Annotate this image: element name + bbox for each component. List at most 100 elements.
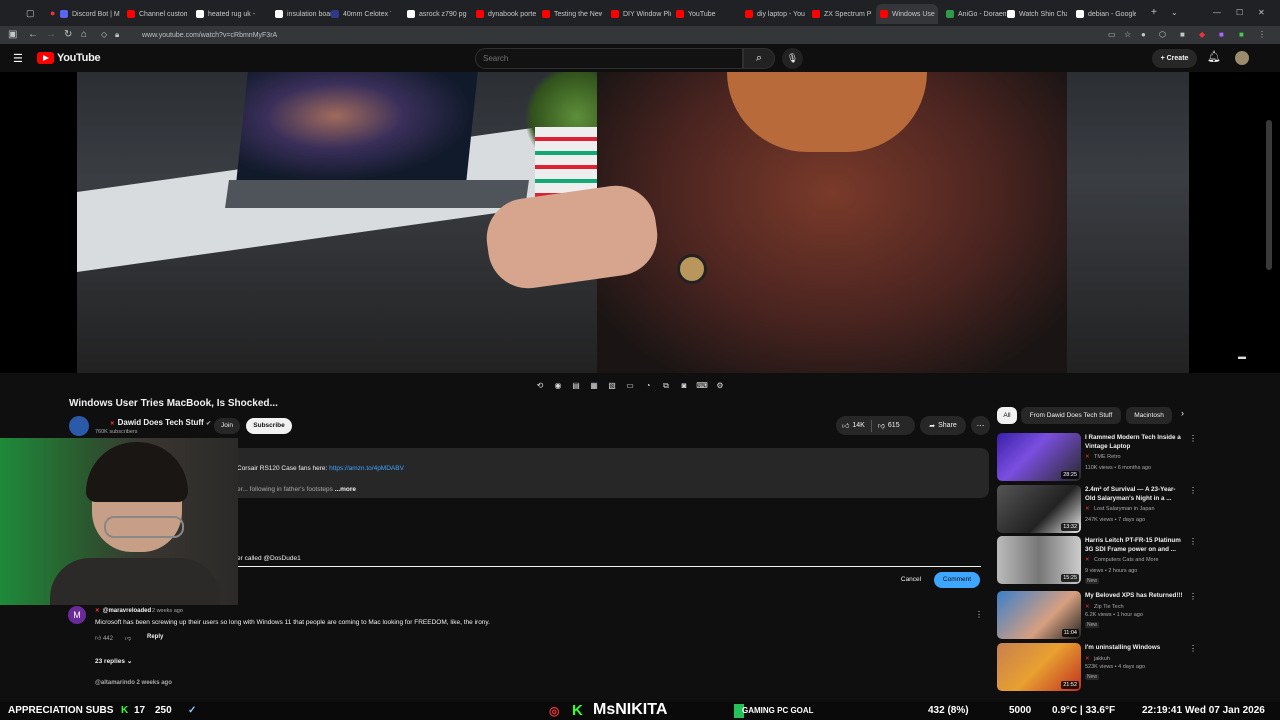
browser-tab[interactable]: heated rug uk - — [196, 4, 256, 24]
browser-tab[interactable]: Discord Bot | Mi — [60, 4, 120, 24]
browser-tab[interactable]: dynabook portec — [476, 4, 536, 24]
comment-2-username[interactable]: @altamarindo 2 weeks ago — [95, 680, 172, 686]
browser-tab[interactable]: insulation board — [275, 4, 335, 24]
comment-avatar[interactable]: M — [68, 606, 86, 624]
extension-icon-2[interactable]: ⬡ — [1159, 28, 1166, 42]
recommendation-kebab-icon[interactable]: ⋮ — [1189, 644, 1197, 653]
cancel-button[interactable]: Cancel — [893, 572, 929, 588]
forward-icon[interactable]: → — [46, 28, 56, 42]
recommendation-thumbnail[interactable]: 11:04 — [997, 591, 1081, 639]
search-button[interactable]: ⌕ — [743, 48, 775, 69]
browser-tab[interactable]: AniGo - Doraem — [946, 4, 1006, 24]
loop-icon[interactable]: ⟲ — [533, 379, 547, 393]
keyboard-icon[interactable]: ⌨ — [695, 379, 709, 393]
filter-chip[interactable]: From Dawid Does Tech Stuff — [1021, 407, 1121, 424]
recommendation-thumbnail[interactable]: 21:52 — [997, 643, 1081, 691]
tab-actions-icon[interactable]: ▢ — [26, 6, 35, 20]
recommendation-kebab-icon[interactable]: ⋮ — [1189, 592, 1197, 601]
filter-chip[interactable]: Macintosh — [1126, 407, 1172, 424]
shield-icon[interactable]: ◇ — [101, 28, 107, 42]
join-button[interactable]: Join — [214, 418, 240, 434]
recommendation-channel[interactable]: ✕ Computers Cats and More — [1085, 557, 1159, 563]
comment-submit-button[interactable]: Comment — [934, 572, 980, 588]
comment-like-button[interactable]: 👍︎ 442 — [95, 634, 113, 642]
recommendation-kebab-icon[interactable]: ⋮ — [1189, 486, 1197, 495]
account-avatar[interactable] — [1235, 51, 1249, 65]
browser-kebab-icon[interactable]: ⋮ — [1258, 28, 1266, 42]
pip-icon[interactable]: ⧉ — [659, 379, 673, 393]
recommendation-item[interactable]: 15:25 Harris Leitch PT-FR-15 Platinum 3G … — [997, 536, 1197, 586]
audio-icon[interactable]: ◉ — [551, 379, 565, 393]
tab-search-icon[interactable]: ⌄ — [1171, 6, 1178, 20]
recommendation-kebab-icon[interactable]: ⋮ — [1189, 434, 1197, 443]
browser-tab[interactable]: YouTube — [676, 4, 736, 24]
browser-menu-icon[interactable]: ● — [50, 6, 55, 20]
comment-kebab-icon[interactable]: ⋮ — [975, 610, 983, 619]
like-button[interactable]: 👍︎ 14K — [836, 416, 871, 435]
browser-tab[interactable]: Windows Use✕ — [876, 4, 938, 24]
recommendation-item[interactable]: 13:32 2.4m² of Survival — A 23-Year-Old S… — [997, 485, 1197, 535]
sidebar-icon[interactable]: ▣ — [8, 28, 17, 42]
recommendation-kebab-icon[interactable]: ⋮ — [1189, 537, 1197, 546]
recommendation-title[interactable]: 2.4m² of Survival — A 23-Year-Old Salary… — [1085, 486, 1185, 503]
recommendation-channel[interactable]: ✕ Lost Salaryman in Japan — [1085, 506, 1155, 512]
back-icon[interactable]: ← — [28, 28, 38, 42]
youtube-logo[interactable]: YouTube — [37, 52, 101, 64]
more-actions-button[interactable]: ⋯ — [971, 416, 990, 435]
recommendation-channel[interactable]: ✕ Zip Tie Tech — [1085, 604, 1124, 610]
dislike-button[interactable]: 👎︎ 615 — [872, 416, 906, 435]
browser-tab[interactable]: debian - Google — [1076, 4, 1136, 24]
description-link[interactable]: https://amzn.to/4pMDABV — [329, 465, 404, 472]
minimize-icon[interactable]: — — [1213, 6, 1221, 20]
comment-dislike-button[interactable]: 👎︎ — [125, 634, 131, 642]
recommendation-thumbnail[interactable]: 13:32 — [997, 485, 1081, 533]
tv-mode-icon[interactable]: ▬ — [1238, 352, 1246, 361]
description-more-link[interactable]: ...more — [335, 486, 356, 493]
cast-icon[interactable]: ▭ — [1108, 28, 1116, 42]
page-scrollbar[interactable] — [1266, 120, 1272, 270]
voice-search-button[interactable]: 🎙︎ — [782, 48, 803, 69]
browser-tab[interactable]: Testing the New I — [542, 4, 602, 24]
create-button[interactable]: + Create — [1152, 49, 1197, 68]
recommendation-title[interactable]: I'm uninstalling Windows — [1085, 644, 1185, 653]
recommendation-thumbnail[interactable]: 28:25 — [997, 433, 1081, 481]
hamburger-icon[interactable]: ☰ — [13, 52, 23, 66]
replies-toggle[interactable]: 23 replies ⌄ — [95, 657, 132, 665]
comment-username[interactable]: ✕ @maravreloaded — [95, 608, 151, 614]
maximize-icon[interactable]: ☐ — [1236, 6, 1243, 20]
video-player[interactable]: ▬ — [0, 72, 1280, 373]
screenshot-icon[interactable]: ◙ — [677, 379, 691, 393]
home-icon[interactable]: ⌂ — [81, 28, 87, 42]
notifications-bell-icon[interactable]: 🔔︎ — [1207, 50, 1221, 63]
theater-icon[interactable]: ▭ — [623, 379, 637, 393]
extension-icon-6[interactable]: ■ — [1239, 28, 1244, 42]
bookmark-icon[interactable]: ☆ — [1124, 28, 1131, 42]
browser-tab[interactable]: ZX Spectrum Plu — [812, 4, 872, 24]
recommendation-item[interactable]: 28:25 I Rammed Modern Tech Inside a Vinta… — [997, 433, 1197, 483]
comment-reply-button[interactable]: Reply — [147, 634, 163, 640]
picture-icon[interactable]: ▧ — [605, 379, 619, 393]
share-button[interactable]: ➦ Share — [920, 416, 966, 435]
browser-tab[interactable]: Watch Shin Chan — [1007, 4, 1067, 24]
recommendation-channel[interactable]: ✕ jakkuh — [1085, 656, 1110, 662]
recommendation-title[interactable]: My Beloved XPS has Returned!!! — [1085, 592, 1185, 601]
filter-chip[interactable]: All — [997, 407, 1017, 424]
recommendation-title[interactable]: I Rammed Modern Tech Inside a Vintage La… — [1085, 434, 1185, 451]
chevron-right-icon[interactable]: › — [1181, 408, 1184, 418]
extension-icon[interactable]: ● — [1141, 28, 1146, 42]
settings-panel-icon[interactable]: ▤ — [569, 379, 583, 393]
recommendation-thumbnail[interactable]: 15:25 — [997, 536, 1081, 584]
gear-icon[interactable]: ⚙ — [713, 379, 727, 393]
search-input[interactable] — [475, 48, 743, 69]
recommendation-title[interactable]: Harris Leitch PT-FR-15 Platinum 3G SDI F… — [1085, 537, 1185, 554]
recommendation-item[interactable]: 21:52 I'm uninstalling Windows ✕ jakkuh 523K… — [997, 643, 1197, 693]
extension-icon-5[interactable]: ■ — [1219, 28, 1224, 42]
extension-icon-4[interactable]: ◆ — [1199, 28, 1205, 42]
speed-icon[interactable]: ◔ — [641, 379, 655, 393]
close-window-icon[interactable]: ✕ — [1258, 6, 1265, 20]
lock-icon[interactable]: 🔒︎ — [115, 28, 119, 42]
browser-tab[interactable]: 40mm Celotex Tl — [331, 4, 391, 24]
recommendation-item[interactable]: 11:04 My Beloved XPS has Returned!!! ✕ Zip … — [997, 591, 1197, 641]
browser-tab[interactable]: DIY Window Plug — [611, 4, 671, 24]
clip-icon[interactable]: ▦ — [587, 379, 601, 393]
